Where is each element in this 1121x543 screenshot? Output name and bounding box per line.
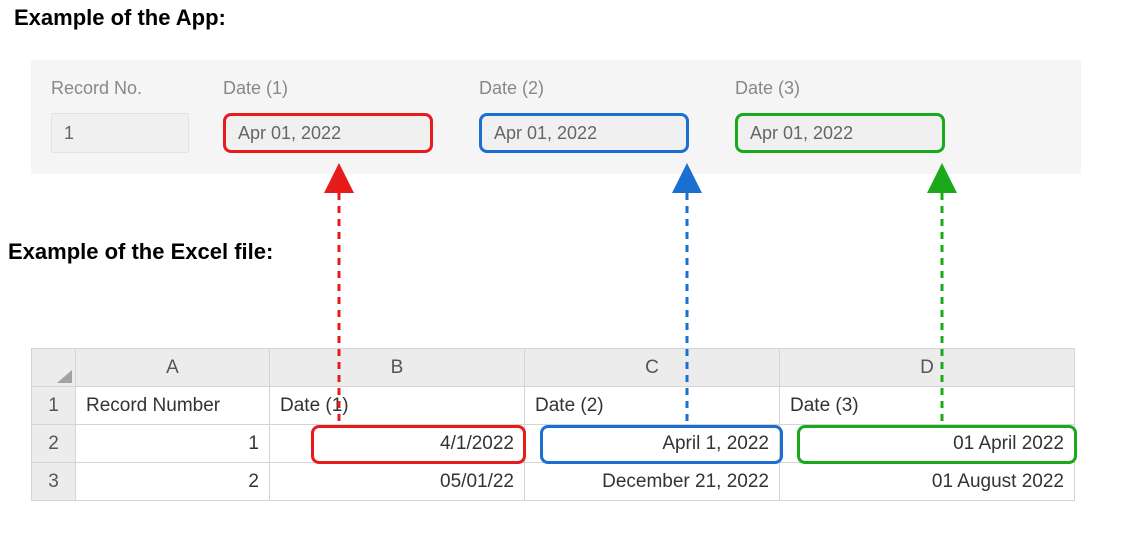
excel-cell-D3: 01 August 2022 [780, 463, 1075, 501]
app-value-date-1: Apr 01, 2022 [223, 113, 433, 153]
excel-cell-C3: December 21, 2022 [525, 463, 780, 501]
excel-cell-A3: 2 [76, 463, 270, 501]
excel-grid: A B C D 1 Record Number Date (1) Date (2… [31, 348, 1075, 501]
excel-cell-D2: 01 April 2022 [780, 425, 1075, 463]
excel-cell-B3: 05/01/22 [270, 463, 525, 501]
excel-row-header-2: 2 [32, 425, 76, 463]
excel-col-header-B: B [270, 349, 525, 387]
app-label-date-3: Date (3) [735, 78, 945, 99]
heading-excel-example: Example of the Excel file: [8, 239, 273, 265]
app-value-date-2: Apr 01, 2022 [479, 113, 689, 153]
excel-cell-C2: April 1, 2022 [525, 425, 780, 463]
app-value-record-no: 1 [51, 113, 189, 153]
app-field-date-2: Date (2) Apr 01, 2022 [479, 78, 689, 153]
excel-cell-B2: 4/1/2022 [270, 425, 525, 463]
excel-cell-A1: Record Number [76, 387, 270, 425]
excel-cell-D1: Date (3) [780, 387, 1075, 425]
heading-app-example: Example of the App: [14, 5, 226, 31]
app-label-date-1: Date (1) [223, 78, 433, 99]
excel-cell-A2: 1 [76, 425, 270, 463]
app-label-date-2: Date (2) [479, 78, 689, 99]
app-field-record-no: Record No. 1 [51, 78, 189, 153]
app-field-date-1: Date (1) Apr 01, 2022 [223, 78, 433, 153]
excel-select-all-corner [32, 349, 76, 387]
excel-row-header-3: 3 [32, 463, 76, 501]
app-panel: Record No. 1 Date (1) Apr 01, 2022 Date … [31, 60, 1081, 174]
app-value-date-3: Apr 01, 2022 [735, 113, 945, 153]
app-field-date-3: Date (3) Apr 01, 2022 [735, 78, 945, 153]
excel-row-header-1: 1 [32, 387, 76, 425]
excel-cell-B1: Date (1) [270, 387, 525, 425]
excel-col-header-A: A [76, 349, 270, 387]
excel-col-header-C: C [525, 349, 780, 387]
excel-cell-C1: Date (2) [525, 387, 780, 425]
excel-col-header-D: D [780, 349, 1075, 387]
app-label-record-no: Record No. [51, 78, 189, 99]
